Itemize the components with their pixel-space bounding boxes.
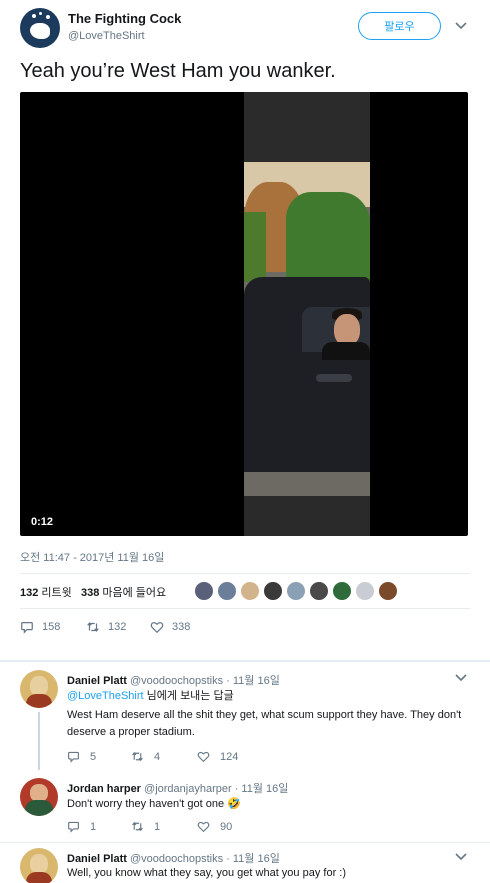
retweet-label[interactable]: 리트윗 [41,587,71,599]
reply-name[interactable]: Daniel Platt [67,853,127,865]
reply-author[interactable]: Daniel Platt @voodoochopstiks · 11월 16일 [67,850,280,866]
thread-line [38,712,40,770]
reply-button[interactable]: 5 [67,750,96,763]
divider [20,608,470,609]
logo-dot [32,14,36,18]
tweet-timestamp[interactable]: 오전 11:47 - 2017년 11월 16일 [20,549,164,565]
tweet-stats: 132 리트윗 338 마음에 들어요 [20,584,166,600]
reply-name[interactable]: Jordan harper [67,783,141,795]
retweet-count: 4 [154,750,161,763]
reply-text: Well, you know what they say, you get wh… [67,867,347,879]
logo-dot [39,12,42,15]
chevron-down-icon[interactable] [454,850,468,864]
reply-icon [68,751,79,763]
reply-handle[interactable]: @voodoochopstiks [130,853,223,865]
avatar[interactable] [20,8,60,48]
retweet-count[interactable]: 132 [20,587,38,599]
divider [20,573,470,574]
liker-avatar[interactable] [263,581,283,601]
liker-avatar[interactable] [240,581,260,601]
reply-author[interactable]: Jordan harper @jordanjayharper · 11월 16일 [67,780,288,796]
chevron-down-icon[interactable] [454,19,468,33]
reply-context: @LoveTheShirt 님에게 보내는 답글 [67,688,467,705]
cockerel-logo [30,23,50,39]
avatar[interactable] [20,848,58,883]
like-count: 90 [220,820,233,833]
reply-handle[interactable]: @voodoochopstiks [130,675,223,687]
retweet-icon [87,622,99,632]
reply-icon [21,622,33,634]
liker-avatar[interactable] [378,581,398,601]
retweet-button[interactable]: 1 [131,820,160,833]
heart-icon [150,622,164,634]
like-button[interactable]: 124 [197,750,238,763]
like-button[interactable]: 90 [197,820,232,833]
retweet-button[interactable]: 132 [86,620,126,634]
liker-avatar[interactable] [194,581,214,601]
video-frame [244,92,370,536]
follow-button[interactable]: 팔로우 [358,12,441,40]
tweet-header: The Fighting Cock @LoveTheShirt 팔로우 [0,0,490,58]
divider [0,842,490,843]
avatar[interactable] [20,778,58,816]
retweet-button[interactable]: 4 [131,750,160,763]
retweet-icon [132,751,143,762]
video-duration: 0:12 [31,516,54,528]
reply-icon [68,821,79,833]
reply-count: 158 [42,621,61,633]
video-player[interactable]: 0:12 [20,92,468,536]
like-label[interactable]: 마음에 들어요 [102,587,166,599]
liker-avatar[interactable] [217,581,237,601]
reply-author[interactable]: Daniel Platt @voodoochopstiks · 11월 16일 [67,672,280,688]
logo-dot [46,15,50,19]
reply-context-suffix: 님에게 보내는 답글 [143,690,234,702]
tweet-text: Yeah you’re West Ham you wanker. [20,60,336,82]
like-count: 124 [220,750,239,763]
user-handle[interactable]: @LoveTheShirt [68,30,145,42]
reply-handle[interactable]: @jordanjayharper [144,783,232,795]
reply-name[interactable]: Daniel Platt [67,675,127,687]
retweet-count: 1 [154,820,161,833]
reply-time[interactable]: · 11월 16일 [226,853,280,865]
liker-avatar[interactable] [332,581,352,601]
reply-text: West Ham deserve all the shit they get, … [67,709,462,738]
avatar[interactable] [20,670,58,708]
mention-link[interactable]: @LoveTheShirt [67,690,144,702]
like-button[interactable]: 338 [150,620,190,634]
section-divider [0,660,490,662]
reply-time[interactable]: · 11월 16일 [235,783,289,795]
reply-button[interactable]: 158 [20,620,60,634]
liker-avatar[interactable] [309,581,329,601]
chevron-down-icon[interactable] [454,671,468,685]
reply-button[interactable]: 1 [67,820,96,833]
like-action-count: 338 [172,621,191,633]
liker-avatar[interactable] [355,581,375,601]
retweet-icon [132,821,143,832]
reply-time[interactable]: · 11월 16일 [226,675,280,687]
retweet-action-count: 132 [108,621,127,633]
like-count[interactable]: 338 [81,587,99,599]
reply-count: 5 [90,750,97,763]
reply-count: 1 [90,820,97,833]
heart-icon [197,751,210,763]
reply-text: Don't worry they haven't got one 🤣 [67,798,241,810]
liker-avatar[interactable] [286,581,306,601]
display-name[interactable]: The Fighting Cock [68,11,181,26]
heart-icon [197,821,210,833]
